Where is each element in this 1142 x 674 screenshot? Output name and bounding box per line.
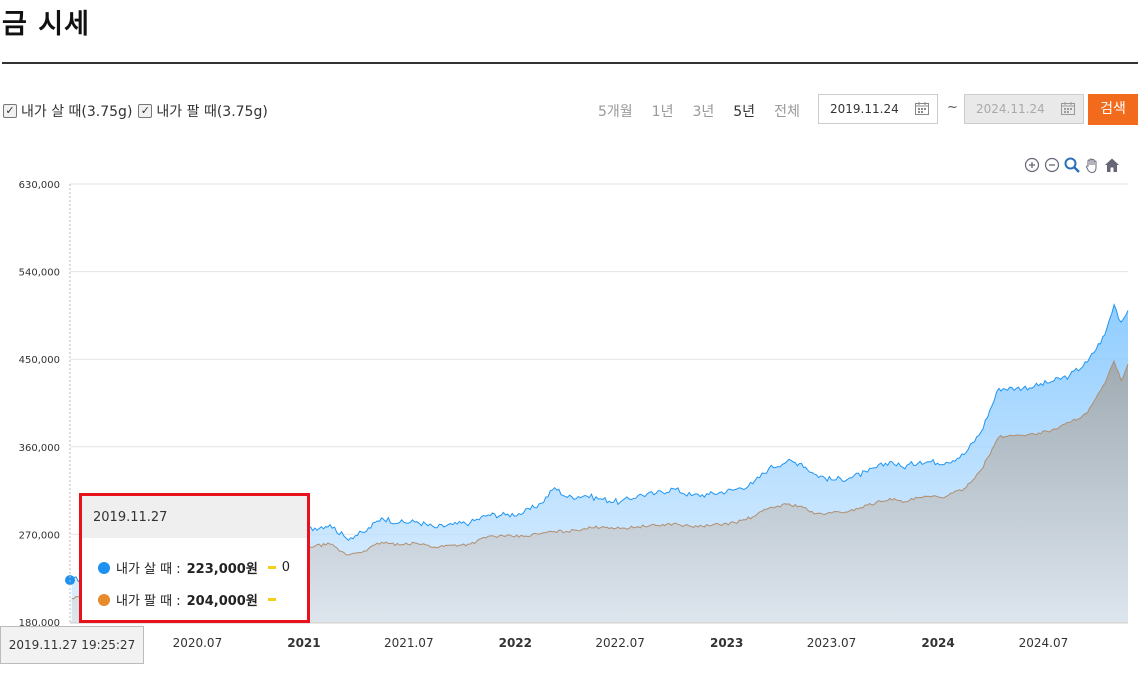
tooltip-buy-diff: 0 bbox=[281, 560, 291, 575]
y-tick-label: 450,000 bbox=[19, 355, 60, 366]
buy-change-marker bbox=[267, 566, 276, 569]
data-tooltip: 2019.11.27 내가 살 때 : 223,000원 0 내가 팔 때 : … bbox=[79, 493, 310, 623]
zoom-select-icon[interactable] bbox=[1064, 157, 1080, 173]
x-tick-label: 2023 bbox=[710, 636, 743, 650]
tooltip-sell-label: 내가 팔 때 : bbox=[116, 594, 181, 609]
y-tick-label: 540,000 bbox=[19, 268, 60, 279]
buy-series-dot bbox=[98, 561, 110, 574]
sell-series-dot bbox=[98, 593, 110, 606]
x-tick-label: 2022.07 bbox=[595, 636, 645, 650]
tooltip-buy-row: 내가 살 때 : 223,000원 0 bbox=[98, 558, 290, 577]
crosshair-time-label: 2019.11.27 19:25:27 bbox=[0, 626, 144, 664]
zoom-out-icon[interactable] bbox=[1044, 157, 1060, 173]
y-tick-label: 360,000 bbox=[19, 443, 60, 454]
pan-hand-icon[interactable] bbox=[1084, 157, 1100, 173]
y-tick-label: 270,000 bbox=[19, 530, 60, 541]
home-reset-icon[interactable] bbox=[1104, 157, 1120, 173]
chart-toolbar bbox=[1024, 157, 1124, 173]
x-tick-label: 2023.07 bbox=[807, 636, 857, 650]
tooltip-buy-value: 223,000원 bbox=[186, 562, 258, 577]
sell-change-marker bbox=[267, 598, 276, 601]
x-tick-label: 2024 bbox=[921, 636, 954, 650]
x-tick-label: 2024.07 bbox=[1019, 636, 1069, 650]
x-tick-label: 2021 bbox=[287, 636, 320, 650]
x-tick-label: 2020.07 bbox=[173, 636, 223, 650]
x-tick-label: 2022 bbox=[499, 636, 532, 650]
zoom-in-icon[interactable] bbox=[1024, 157, 1040, 173]
tooltip-sell-row: 내가 팔 때 : 204,000원 bbox=[98, 590, 276, 609]
tooltip-date: 2019.11.27 bbox=[82, 496, 307, 538]
tooltip-buy-label: 내가 살 때 : bbox=[116, 562, 181, 577]
tooltip-sell-value: 204,000원 bbox=[186, 594, 258, 609]
y-tick-label: 630,000 bbox=[19, 180, 60, 191]
x-tick-label: 2021.07 bbox=[384, 636, 434, 650]
